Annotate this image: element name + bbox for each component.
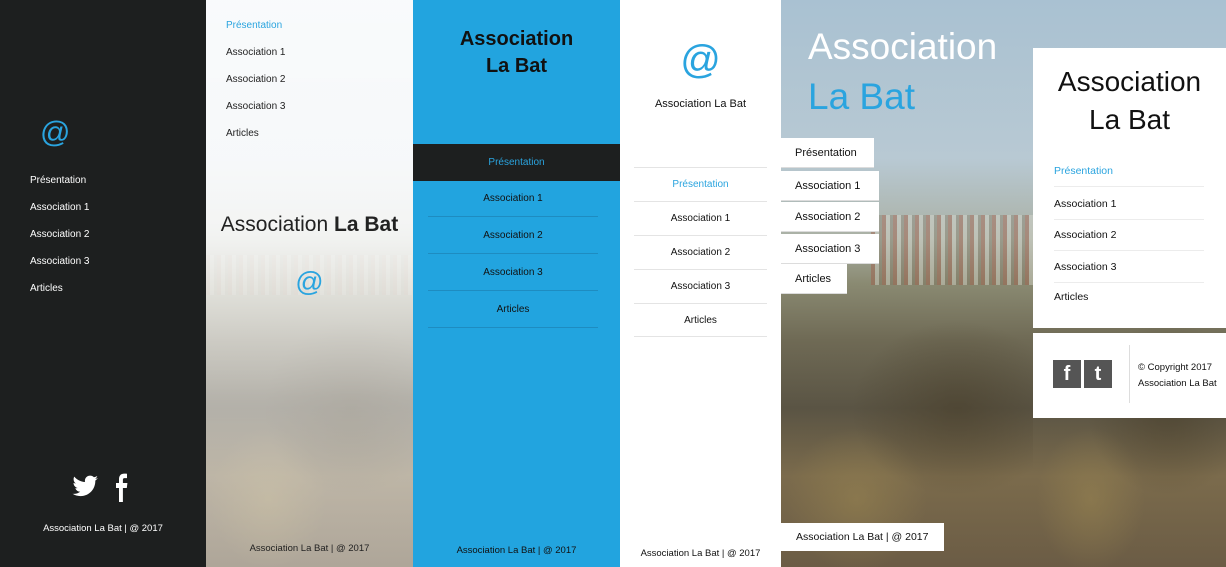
footer-text: Association La Bat | @ 2017 <box>781 523 944 551</box>
nav-item-presentation[interactable]: Présentation <box>30 174 89 201</box>
social-links <box>72 473 128 502</box>
nav-item-association-2[interactable]: Association 2 <box>226 74 285 101</box>
background-town <box>871 215 1033 285</box>
at-logo-icon: @ <box>295 266 324 297</box>
nav-menu: Présentation Association 1 Association 2… <box>226 20 285 155</box>
mockup-faded-landscape: Présentation Association 1 Association 2… <box>206 0 413 567</box>
nav-menu: Présentation Association 1 Association 2… <box>30 174 89 309</box>
site-title-line2: La Bat <box>808 76 915 117</box>
nav-item-association-1[interactable]: Association 1 <box>226 47 285 74</box>
copyright-text: © Copyright 2017 <box>1138 362 1213 373</box>
nav-item-association-3[interactable]: Association 3 <box>30 255 89 282</box>
footer-divider <box>1129 345 1130 403</box>
nav-item-association-3[interactable]: Association 3 <box>634 269 767 303</box>
nav-item-articles[interactable]: Articles <box>634 303 767 337</box>
footer-text: Association La Bat | @ 2017 <box>456 545 577 556</box>
site-title: Association La Bat <box>206 213 413 237</box>
nav-item-articles[interactable]: Articles <box>1054 281 1204 313</box>
nav-item-association-1[interactable]: Association 1 <box>428 181 598 217</box>
mockup-dark-sidebar: @ Présentation Association 1 Association… <box>0 0 206 567</box>
nav-tab-association-3[interactable]: Association 3 <box>781 234 879 264</box>
nav-item-association-1[interactable]: Association 1 <box>634 201 767 235</box>
nav-item-articles[interactable]: Articles <box>428 292 598 328</box>
site-title-line2: La Bat <box>485 55 548 77</box>
nav-item-association-2[interactable]: Association 2 <box>634 235 767 269</box>
nav-item-presentation[interactable]: Présentation <box>634 167 767 201</box>
mockup-card-landscape: Association La Bat Présentation Associat… <box>1033 0 1226 567</box>
nav-item-association-2[interactable]: Association 2 <box>428 218 598 254</box>
facebook-icon[interactable] <box>116 473 128 502</box>
site-title-line1: Association <box>459 28 574 50</box>
site-title: Association La Bat <box>1033 63 1226 139</box>
nav-item-association-3[interactable]: Association 3 <box>226 101 285 128</box>
copyright-org: Association La Bat <box>1138 378 1217 389</box>
site-title-line2: La Bat <box>1089 104 1170 135</box>
mockup-landscape-tabs: Association La Bat Présentation Associat… <box>781 0 1033 567</box>
nav-item-association-1[interactable]: Association 1 <box>1054 188 1204 220</box>
site-title-line1: Association <box>808 26 998 67</box>
nav-item-association-3[interactable]: Association 3 <box>1054 251 1204 283</box>
at-logo-icon: @ <box>680 38 721 82</box>
footer-text: Association La Bat | @ 2017 <box>43 523 163 534</box>
nav-item-presentation-active[interactable]: Présentation <box>413 144 620 181</box>
mockup-blue: Association La Bat Présentation Associat… <box>413 0 620 567</box>
nav-item-association-2[interactable]: Association 2 <box>1054 219 1204 251</box>
nav-item-association-1[interactable]: Association 1 <box>30 201 89 228</box>
site-title: Association La Bat <box>413 26 620 80</box>
tumblr-icon[interactable]: t <box>1084 360 1112 388</box>
nav-tab-articles[interactable]: Articles <box>781 264 847 294</box>
brand-name: Association La Bat <box>654 98 747 110</box>
site-title-line1: Association <box>1057 66 1202 97</box>
at-logo-icon: @ <box>40 116 71 149</box>
nav-item-presentation[interactable]: Présentation <box>1054 155 1204 187</box>
nav-tab-presentation[interactable]: Présentation <box>781 138 874 168</box>
site-title-bold: La Bat <box>334 213 399 236</box>
footer-text: Association La Bat | @ 2017 <box>249 543 370 554</box>
site-title: Association La Bat <box>808 22 997 122</box>
mockup-white: @ Association La Bat Présentation Associ… <box>620 0 781 567</box>
site-title-light: Association <box>220 213 329 236</box>
nav-item-articles[interactable]: Articles <box>30 282 89 309</box>
nav-item-association-2[interactable]: Association 2 <box>30 228 89 255</box>
nav-item-presentation[interactable]: Présentation <box>226 20 285 47</box>
nav-item-association-3[interactable]: Association 3 <box>428 255 598 291</box>
facebook-icon[interactable]: f <box>1053 360 1081 388</box>
footer-text: Association La Bat | @ 2017 <box>640 548 761 559</box>
social-links: ft <box>1053 360 1115 388</box>
nav-tab-association-1[interactable]: Association 1 <box>781 171 879 201</box>
copyright: © Copyright 2017 Association La Bat <box>1138 360 1217 392</box>
nav-item-articles[interactable]: Articles <box>226 128 285 155</box>
nav-tab-association-2[interactable]: Association 2 <box>781 202 879 232</box>
twitter-icon[interactable] <box>72 475 99 497</box>
